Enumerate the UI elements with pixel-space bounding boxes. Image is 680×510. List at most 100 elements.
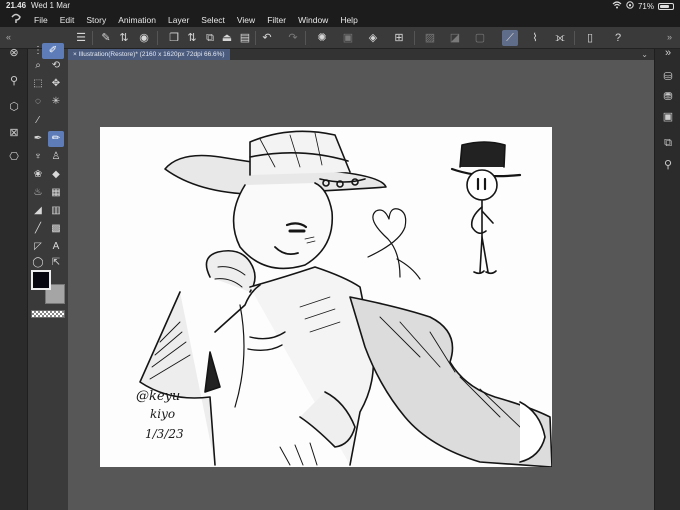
balloon-icon[interactable]: ◯ — [30, 255, 46, 271]
move-icon[interactable]: ✥ — [48, 76, 64, 92]
selection-hide-icon[interactable]: ▨ — [422, 30, 438, 46]
menu-filter[interactable]: Filter — [267, 15, 286, 25]
close-icon[interactable]: × — [73, 51, 77, 58]
pencil-icon[interactable]: ✏ — [48, 131, 64, 147]
canvas-area[interactable]: × Illustration(Restore)* (2160 x 1620px … — [68, 49, 654, 510]
snap-ruler-icon[interactable]: ⟋ — [502, 30, 518, 46]
color-set-icon[interactable]: ⛁ — [660, 69, 676, 85]
document-tab[interactable]: × Illustration(Restore)* (2160 x 1620px … — [68, 49, 230, 60]
chevron-updown-icon-2[interactable]: ⇅ — [184, 30, 200, 46]
right-panel-column: » ⛁ ⛃ ▣ ⧉ ⚲ — [654, 47, 680, 510]
gradient-icon[interactable]: ▥ — [48, 203, 64, 219]
wifi-icon — [612, 1, 622, 11]
command-bar: « ☰ ✎ ⇅ ◉ ❐ ⇅ ⧉ ⏏ ▤ ↶ ↷ ✺ ▣ ◈ ⊞ ▨ ◪ ▢ ⟋ … — [0, 27, 680, 49]
app-logo-icon[interactable] — [8, 13, 24, 27]
figure-line-icon[interactable]: ╱ — [30, 221, 46, 237]
menu-file[interactable]: File — [34, 15, 48, 25]
fill-icon[interactable]: ◈ — [365, 30, 381, 46]
grid-tool-icon[interactable]: ▦ — [48, 185, 64, 201]
help-icon[interactable]: ? — [610, 30, 626, 46]
menu-help[interactable]: Help — [340, 15, 357, 25]
color-wheel-icon[interactable]: ⊠ — [6, 125, 22, 141]
correct-line-icon[interactable]: ⇱ — [48, 255, 64, 271]
menu-view[interactable]: View — [237, 15, 255, 25]
battery-percent: 71% — [637, 1, 654, 11]
left-panel-column: ⊗ ⚲ ⬡ ⊠ ⎔ — [0, 47, 28, 510]
camera-icon[interactable]: ◉ — [136, 30, 152, 46]
separator — [574, 31, 575, 45]
navigator-icon[interactable]: ⊗ — [6, 45, 22, 61]
clear-icon[interactable]: ▣ — [340, 30, 356, 46]
status-time: 21.46 — [6, 1, 27, 10]
magic-wand-icon[interactable]: ✳ — [48, 94, 64, 110]
document-tab-bar: × Illustration(Restore)* (2160 x 1620px … — [68, 49, 654, 60]
new-file-icon[interactable]: ✎ — [98, 30, 114, 46]
brush-icon[interactable]: ♆ — [30, 149, 46, 165]
collapse-left-icon[interactable]: « — [6, 32, 11, 42]
frame-border-icon[interactable]: ▩ — [48, 221, 64, 237]
print-icon[interactable]: ▤ — [237, 30, 253, 46]
menu-edit[interactable]: Edit — [60, 15, 75, 25]
fill-bucket-icon[interactable]: ◢ — [30, 203, 46, 219]
snap-special-ruler-icon[interactable]: ⌇ — [527, 30, 543, 46]
transform-icon[interactable]: ⊞ — [391, 30, 407, 46]
separator — [255, 31, 256, 45]
eyedropper-icon[interactable]: ⁄ — [30, 113, 46, 129]
menu-layer[interactable]: Layer — [168, 15, 189, 25]
layers-icon[interactable]: ⧉ — [660, 135, 676, 151]
zoom-icon[interactable]: ⌕ — [30, 58, 46, 74]
menu-bar: File Edit Story Animation Layer Select V… — [0, 12, 680, 27]
pen-tool-header[interactable]: ✐ — [42, 43, 64, 59]
selection-clear-icon[interactable]: ▢ — [472, 30, 488, 46]
undo-icon[interactable]: ↶ — [259, 30, 275, 46]
layer-property-icon[interactable]: ⎔ — [6, 149, 22, 165]
copy-icon[interactable]: ❐ — [166, 30, 182, 46]
eraser-icon[interactable]: ◆ — [48, 167, 64, 183]
tool-palette: ⋮ ✐ ⌕ ⟲ ⬚ ✥ ◌ ✳ ⁄ ✒ ✏ ♆ ♙ ❀ ◆ ♨ ▦ ◢ ▥ ╱ … — [28, 43, 68, 510]
canvas-paper[interactable]: @keyu kiyo 1/3/23 — [100, 127, 552, 467]
menu-story[interactable]: Story — [86, 15, 106, 25]
selection-invert-icon[interactable]: ◪ — [447, 30, 463, 46]
orientation-lock-icon — [626, 1, 634, 11]
status-right: 71% — [612, 1, 674, 11]
menu-animation[interactable]: Animation — [118, 15, 156, 25]
operation-icon[interactable]: ⬚ — [30, 76, 46, 92]
layer-palette-icon[interactable]: ▣ — [660, 109, 676, 125]
material-icon[interactable]: ⛃ — [660, 89, 676, 105]
collapse-right-icon[interactable]: » — [667, 32, 672, 42]
layer-search-icon[interactable]: ⚲ — [660, 157, 676, 173]
menu-select[interactable]: Select — [201, 15, 225, 25]
collapse-right-panel-icon[interactable]: » — [660, 45, 676, 61]
smartphone-icon[interactable]: ▯ — [582, 30, 598, 46]
menu-hamburger-icon[interactable]: ☰ — [73, 30, 89, 46]
redo-icon[interactable]: ↷ — [285, 30, 301, 46]
separator — [414, 31, 415, 45]
main-color-swatch[interactable] — [31, 270, 51, 290]
lasso-icon[interactable]: ◌ — [30, 94, 46, 110]
brush-size-icon[interactable]: ⬡ — [6, 99, 22, 115]
chevron-down-icon[interactable]: ⌄ — [641, 49, 648, 60]
blend-icon[interactable]: ♨ — [30, 185, 46, 201]
document-tab-title: Illustration(Restore)* (2160 x 1620px 72… — [78, 51, 225, 58]
status-bar: 21.46 Wed 1 Mar 71% — [0, 0, 680, 12]
pen-icon[interactable]: ✒ — [30, 131, 46, 147]
airbrush-icon[interactable]: ♙ — [48, 149, 64, 165]
separator — [305, 31, 306, 45]
status-date: Wed 1 Mar — [31, 1, 70, 10]
loading-spinner-icon[interactable]: ✺ — [314, 30, 330, 46]
export-icon[interactable]: ⏏ — [219, 30, 235, 46]
decoration-icon[interactable]: ❀ — [30, 167, 46, 183]
snap-grid-icon[interactable]: ⟗ — [552, 30, 568, 46]
ruler-icon[interactable]: ◸ — [30, 239, 46, 255]
transparent-color-swatch[interactable] — [31, 310, 65, 318]
tool-property-icon[interactable]: ⚲ — [6, 73, 22, 89]
separator — [92, 31, 93, 45]
text-tool-icon[interactable]: A — [48, 239, 64, 255]
signature-handle: @keyu — [136, 389, 181, 404]
menu-window[interactable]: Window — [298, 15, 328, 25]
chevron-updown-icon[interactable]: ⇅ — [116, 30, 132, 46]
signature-name: kiyo — [150, 407, 176, 421]
rotate-icon[interactable]: ⟲ — [48, 58, 64, 74]
paste-icon[interactable]: ⧉ — [202, 30, 218, 46]
signature-date: 1/3/23 — [145, 427, 184, 441]
